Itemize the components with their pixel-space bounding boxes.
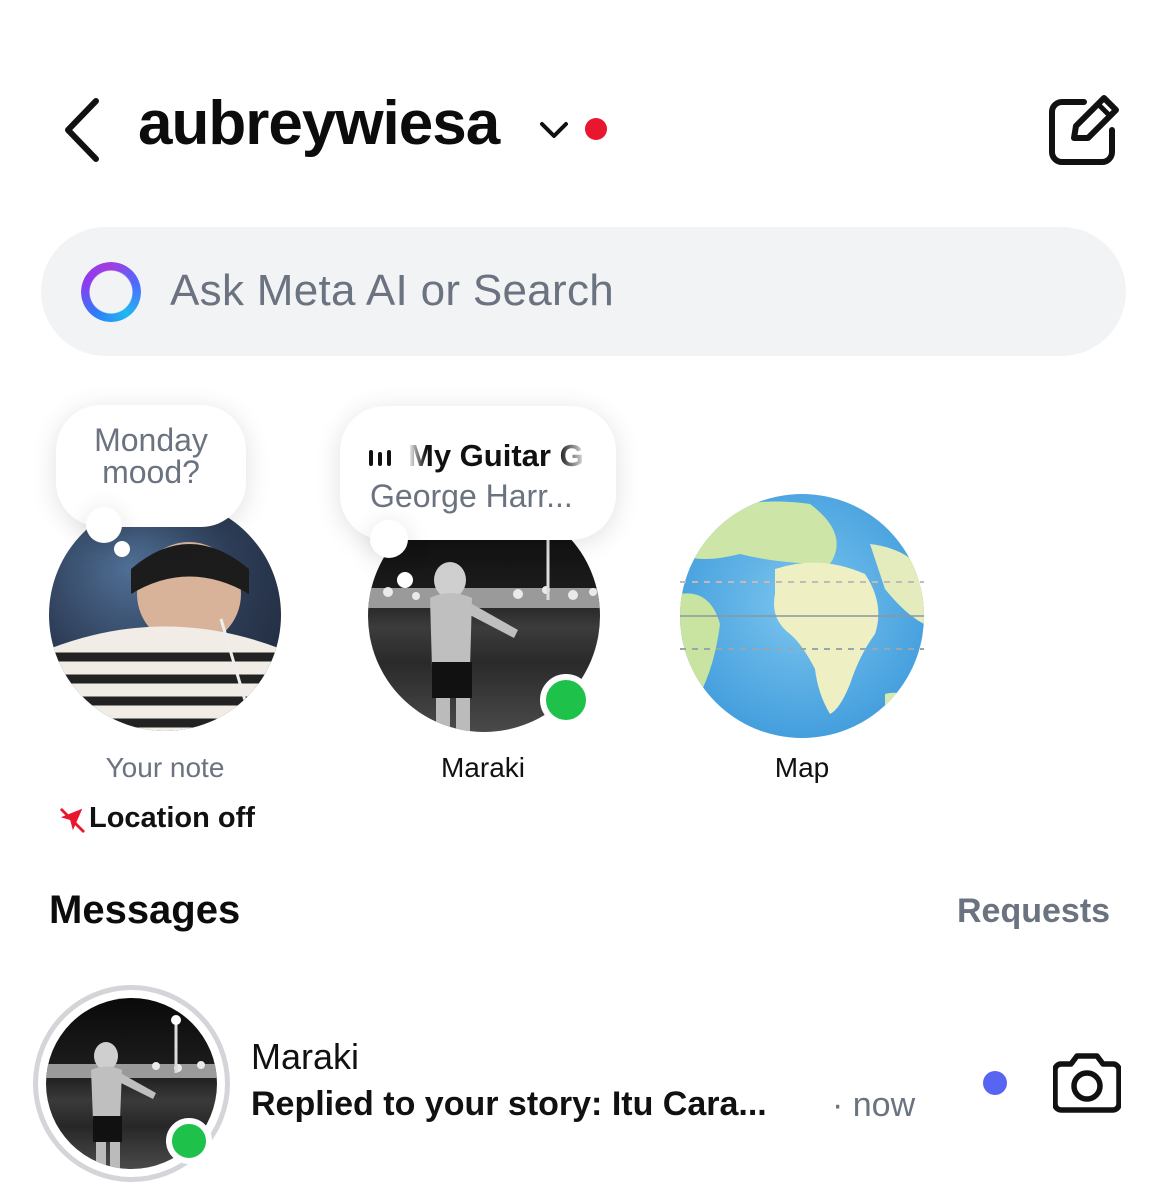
song-artist: George Harr... (370, 478, 573, 514)
globe-map-icon[interactable] (680, 494, 924, 738)
your-note-avatar[interactable] (49, 499, 281, 731)
compose-icon[interactable] (1046, 94, 1120, 168)
messages-heading: Messages (49, 888, 241, 932)
unread-indicator (983, 1071, 1007, 1095)
search-input-placeholder[interactable]: Ask Meta AI or Search (170, 266, 614, 316)
status-dot (585, 118, 607, 140)
location-status[interactable]: Location off (89, 802, 255, 835)
bubble-tail (370, 520, 408, 558)
song-title-clip: My Guitar G (408, 438, 588, 478)
location-off-icon (60, 808, 85, 833)
thread-time: · now (832, 1086, 916, 1124)
maraki-note-label: Maraki (440, 752, 525, 783)
chevron-down-icon[interactable] (538, 118, 570, 142)
your-note-label: Your note (105, 752, 225, 783)
thread-name: Maraki (251, 1036, 360, 1077)
bubble-tail (86, 507, 122, 543)
account-username[interactable]: aubreywiesa (138, 88, 500, 159)
online-indicator (540, 674, 592, 726)
requests-link[interactable]: Requests (957, 892, 1110, 931)
thread-preview: Replied to your story: Itu Cara... (251, 1085, 767, 1123)
back-button[interactable] (58, 95, 108, 165)
your-note-text: Monday mood? (94, 422, 208, 490)
camera-icon[interactable] (1053, 1050, 1121, 1114)
online-indicator (166, 1118, 212, 1164)
meta-ai-ring-icon[interactable] (81, 262, 141, 322)
bubble-tail-dot (114, 541, 130, 557)
map-label: Map (774, 752, 830, 783)
sound-bars-icon (369, 450, 391, 466)
bubble-tail-dot (397, 572, 413, 588)
song-title: My Guitar G (408, 438, 584, 473)
